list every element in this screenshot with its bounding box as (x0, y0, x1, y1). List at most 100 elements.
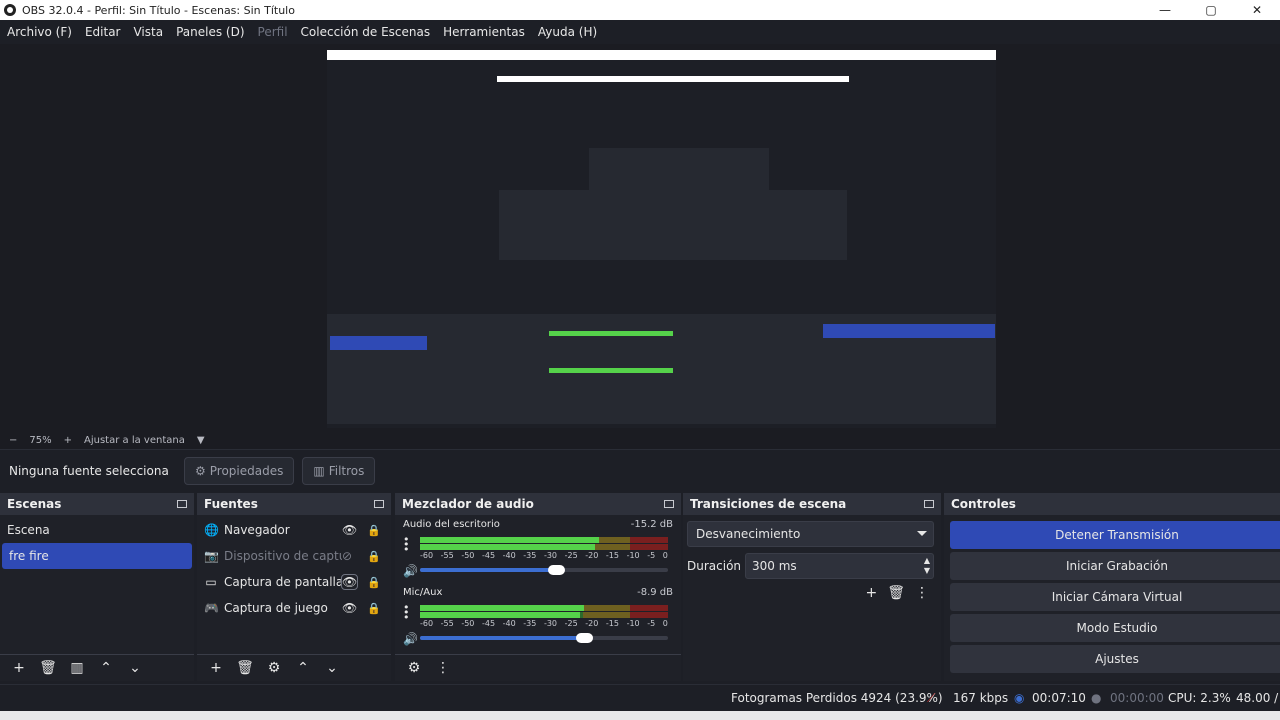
add-icon[interactable]: + (205, 658, 227, 678)
zoom-out-button[interactable]: − (9, 435, 17, 446)
transitions-dock-header: Transiciones de escena (683, 493, 941, 515)
menu-bar: Archivo (F) Editar Vista Paneles (D) Per… (0, 20, 1280, 44)
controls-dock-header: Controles (944, 493, 1280, 515)
mixer-channel: Audio del escritorio -15.2 dB • • • -60 -55 -50… (395, 515, 681, 583)
properties-button[interactable]: ⚙ Propiedades (184, 457, 295, 485)
duration-label: Duración (687, 559, 742, 573)
menu-file[interactable]: Archivo (F) (7, 25, 72, 39)
chevron-down-icon[interactable]: ⌄ (124, 658, 146, 678)
kebab-menu-icon[interactable]: • • • (403, 602, 413, 623)
speaker-icon[interactable]: 🔊 (403, 564, 418, 578)
stop-streaming-button[interactable]: Detener Transmisión (950, 521, 1280, 549)
stream-time: 00:07:10 (1032, 691, 1086, 705)
menu-docks[interactable]: Paneles (D) (176, 25, 244, 39)
menu-edit[interactable]: Editar (85, 25, 121, 39)
visibility-eye-icon[interactable]: 👁 (340, 574, 359, 590)
minimize-button[interactable]: — (1142, 0, 1188, 20)
volume-slider[interactable] (420, 565, 668, 575)
volume-meter (420, 537, 668, 551)
chevron-up-icon[interactable]: ⌃ (292, 658, 314, 678)
lock-icon[interactable]: 🔒 (367, 524, 381, 537)
zoom-in-button[interactable]: + (64, 435, 72, 446)
settings-button[interactable]: Ajustes (950, 645, 1280, 673)
studio-mode-button[interactable]: Modo Estudio (950, 614, 1280, 642)
cpu-usage: CPU: 2.3% (1168, 691, 1231, 705)
source-toolbar: Ninguna fuente selecciona ⚙ Propiedades … (0, 449, 1280, 492)
start-virtual-camera-button[interactable]: Iniciar Cámara Virtual (950, 583, 1280, 611)
lock-icon[interactable]: 🔒 (367, 602, 381, 615)
channel-name: Audio del escritorio (403, 519, 500, 530)
preview-canvas[interactable] (327, 50, 996, 428)
lock-icon[interactable]: 🔒 (367, 550, 381, 563)
volume-slider[interactable] (420, 633, 668, 643)
fps: 48.00 / 48.00 FPS (1236, 691, 1280, 705)
undock-icon[interactable] (924, 500, 934, 508)
filter-icon[interactable]: ▥ (66, 658, 88, 678)
filters-button[interactable]: ▥ Filtros (302, 457, 376, 485)
gear-icon: ⚙ (195, 464, 206, 478)
menu-scene-collection[interactable]: Colección de Escenas (301, 25, 431, 39)
scale-tick: -35 (523, 551, 537, 560)
kebab-menu-icon[interactable]: ⋮ (915, 585, 929, 601)
visibility-eye-icon[interactable]: 👁 (342, 601, 357, 615)
chevron-down-icon[interactable]: ⌄ (321, 658, 343, 678)
slider-handle[interactable] (548, 565, 565, 575)
fit-window-button[interactable]: Ajustar a la ventana (84, 435, 185, 446)
gear-icon[interactable]: ⚙ (263, 658, 285, 678)
trash-icon[interactable]: 🗑 (887, 585, 905, 601)
meter-scale: -60 -55 -50 -45 -40 -35 -30 -25 -20 -15 -10 -5 0 (420, 551, 668, 561)
zoom-dropdown-icon[interactable]: ▼ (197, 435, 205, 446)
dock-title: Controles (951, 497, 1016, 511)
scale-tick: -10 (626, 619, 640, 628)
menu-view[interactable]: Vista (133, 25, 163, 39)
scene-item-selected[interactable]: fre fire (2, 543, 192, 569)
source-item[interactable]: 🎮 Captura de juego 👁 🔒 (197, 595, 391, 621)
close-button[interactable]: ✕ (1234, 0, 1280, 20)
trash-icon[interactable]: 🗑 (234, 658, 256, 678)
chevron-up-icon[interactable]: ⌃ (95, 658, 117, 678)
no-source-label: Ninguna fuente selecciona (9, 464, 169, 478)
transition-select[interactable]: Desvanecimiento (687, 521, 934, 547)
kebab-menu-icon[interactable]: • • • (403, 534, 413, 555)
channel-db: -15.2 dB (630, 519, 673, 530)
start-recording-button[interactable]: Iniciar Grabación (950, 552, 1280, 580)
advanced-audio-gear-icon[interactable]: ⚙ (403, 658, 425, 678)
add-icon[interactable]: + (865, 585, 877, 601)
preview-mirror-meter-2 (549, 368, 673, 373)
undock-icon[interactable] (177, 500, 187, 508)
controls-dock: Controles Detener Transmisión Iniciar Gr… (944, 493, 1280, 681)
add-icon[interactable]: + (8, 658, 30, 678)
menu-help[interactable]: Ayuda (H) (538, 25, 597, 39)
title-bar: OBS 32.0.4 - Perfil: Sin Título - Escena… (0, 0, 1280, 20)
menu-tools[interactable]: Herramientas (443, 25, 525, 39)
kebab-menu-icon[interactable]: ⋮ (432, 658, 454, 678)
scale-tick: -30 (543, 619, 558, 628)
lock-icon[interactable]: 🔒 (367, 576, 381, 589)
slider-handle[interactable] (576, 633, 593, 643)
channel-name: Mic/Aux (403, 587, 443, 598)
visibility-off-icon[interactable]: ⊘ (342, 549, 352, 563)
source-item[interactable]: 🌐 Navegador 👁 🔒 (197, 517, 391, 543)
preview-mirror-meter (549, 331, 673, 336)
preview-mirror-control-active (823, 324, 995, 338)
scenes-dock: Escenas Escena fre fire + 🗑 ▥ ⌃ ⌄ (0, 493, 194, 681)
scale-tick: -20 (585, 619, 599, 628)
scale-tick: -15 (605, 619, 619, 628)
chevron-down-icon (917, 531, 927, 536)
audio-mixer-dock: Mezclador de audio Audio del escritorio -… (395, 493, 681, 681)
duration-spinbox[interactable]: 300 ms ▲ ▼ (745, 553, 934, 579)
visibility-eye-icon[interactable]: 👁 (342, 523, 357, 537)
sources-footer: + 🗑 ⚙ ⌃ ⌄ (197, 654, 391, 681)
undock-icon[interactable] (664, 500, 674, 508)
preview-area[interactable] (0, 44, 1280, 432)
source-item[interactable]: 📷 Dispositivo de captura ⊘ 🔒 (197, 543, 391, 569)
source-item[interactable]: ▭ Captura de pantalla 👁 🔒 (197, 569, 391, 595)
spin-arrows-icon[interactable]: ▲ ▼ (924, 556, 930, 576)
scale-tick: -40 (502, 619, 516, 628)
trash-icon[interactable]: 🗑 (37, 658, 59, 678)
record-time: 00:00:00 (1110, 691, 1164, 705)
undock-icon[interactable] (374, 500, 384, 508)
scene-item[interactable]: Escena (0, 517, 194, 543)
maximize-button[interactable]: ▢ (1188, 0, 1234, 20)
speaker-icon[interactable]: 🔊 (403, 632, 418, 646)
